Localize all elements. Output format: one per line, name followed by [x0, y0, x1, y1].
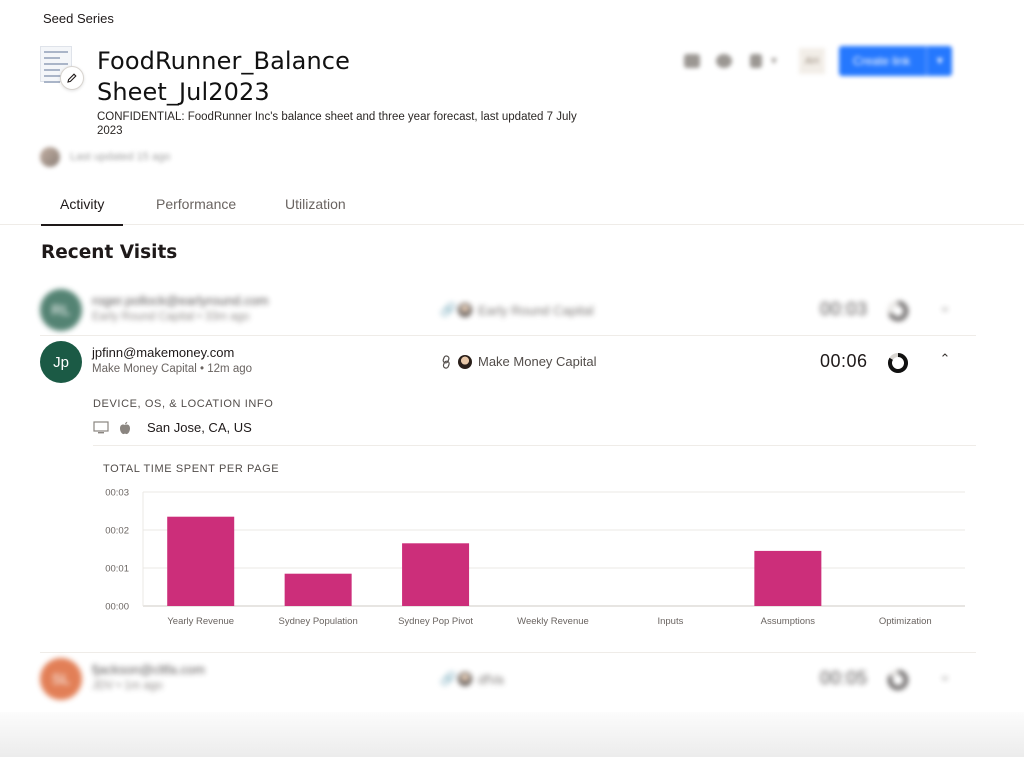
last-updated: Last updated 15 ago	[40, 147, 170, 167]
section-title: Recent Visits	[41, 242, 178, 263]
visit-row[interactable]: SL fjackson@cltfa.com JDV • 1m ago 🔗 dfV…	[40, 658, 976, 708]
visitor-email: roger.pollock@earlyround.com	[92, 293, 269, 308]
bottom-fade	[0, 712, 1024, 757]
visit-row[interactable]: Jp jpfinn@makemoney.com Make Money Capit…	[40, 341, 976, 391]
device-info-heading: DEVICE, OS, & LOCATION INFO	[93, 398, 274, 410]
visitor-meta: JDV • 1m ago	[92, 680, 163, 692]
create-link-label: Create link	[852, 54, 911, 68]
avatar: RL	[40, 289, 82, 331]
link-name: Make Money Capital	[478, 354, 597, 369]
completion-donut	[888, 301, 908, 321]
create-link-button[interactable]: Create link ▼	[838, 46, 953, 76]
chevron-down-icon[interactable]: ▼	[769, 56, 779, 67]
completion-donut	[888, 353, 908, 373]
chevron-down-icon[interactable]: ▼	[926, 46, 952, 76]
x-tick-label: Weekly Revenue	[517, 616, 589, 627]
visit-link[interactable]: Make Money Capital	[440, 354, 597, 369]
x-tick-label: Sydney Population	[279, 616, 358, 627]
avatar: SL	[40, 658, 82, 700]
preview-icon[interactable]	[715, 53, 733, 69]
visitor-meta: Make Money Capital • 12m ago	[92, 363, 253, 375]
chart-title: TOTAL TIME SPENT PER PAGE	[103, 463, 280, 475]
y-tick-label: 00:02	[105, 526, 129, 537]
more-menu-icon[interactable]	[747, 53, 765, 69]
visit-link[interactable]: 🔗 Early Round Capital	[440, 302, 594, 318]
tab-utilization[interactable]: Utilization	[285, 196, 346, 224]
visit-row[interactable]: RL roger.pollock@earlyround.com Early Ro…	[40, 289, 976, 339]
visit-link[interactable]: 🔗 dfVa	[440, 671, 504, 687]
bar	[754, 550, 822, 606]
bar	[167, 516, 235, 606]
link-icon	[442, 354, 450, 369]
avatar	[458, 303, 472, 317]
edit-icon[interactable]	[60, 66, 84, 90]
device-info: San Jose, CA, US	[93, 420, 252, 435]
last-updated-text: Last updated 15 ago	[70, 151, 171, 163]
link-icon: 🔗	[440, 671, 457, 686]
x-tick-label: Yearly Revenue	[167, 616, 234, 627]
document-actions: ▼ AH Create link ▼	[683, 46, 953, 76]
tab-bar: Activity Performance Utilization	[0, 188, 1024, 226]
comment-icon[interactable]	[683, 53, 701, 69]
avatar	[458, 672, 472, 686]
document-title: FoodRunner_Balance Sheet_Jul2023	[97, 47, 350, 106]
visitor-email: fjackson@cltfa.com	[92, 662, 205, 677]
bar	[284, 573, 352, 606]
y-tick-label: 00:03	[105, 488, 129, 499]
breadcrumb[interactable]: Seed Series	[43, 11, 114, 26]
bar	[402, 543, 470, 606]
visitor-email: jpfinn@makemoney.com	[92, 345, 235, 360]
avatar	[458, 354, 472, 369]
document-thumbnail[interactable]	[40, 46, 84, 90]
divider	[40, 652, 976, 653]
user-initials-badge[interactable]: AH	[798, 48, 825, 74]
x-tick-label: Sydney Pop Pivot	[398, 616, 473, 627]
chevron-down-icon[interactable]: ⌄	[938, 668, 952, 683]
chevron-down-icon[interactable]: ⌄	[938, 299, 952, 314]
desktop-icon	[93, 420, 109, 433]
visitor-meta: Early Round Capital • 33m ago	[92, 311, 250, 323]
visit-duration: 00:03	[820, 299, 868, 319]
link-icon: 🔗	[440, 302, 457, 317]
tab-performance[interactable]: Performance	[156, 196, 236, 224]
divider	[93, 445, 976, 446]
avatar	[40, 147, 60, 167]
completion-donut	[887, 670, 908, 690]
avatar: Jp	[40, 341, 82, 383]
apple-icon	[120, 421, 130, 434]
document-description: CONFIDENTIAL: FoodRunner Inc's balance s…	[97, 111, 577, 137]
link-name: Early Round Capital	[478, 302, 594, 318]
y-tick-label: 00:00	[105, 602, 129, 613]
x-tick-label: Optimization	[879, 616, 932, 627]
visit-duration: 00:05	[820, 668, 868, 688]
y-tick-label: 00:01	[105, 564, 129, 575]
chevron-up-icon[interactable]: ⌃	[938, 351, 952, 366]
x-tick-label: Inputs	[657, 616, 683, 627]
location-text: San Jose, CA, US	[147, 420, 252, 435]
time-per-page-chart: 00:00 00:01 00:02 00:03 Yearly Revenue Sydney…	[105, 488, 965, 627]
link-name: dfVa	[478, 671, 504, 687]
x-tick-label: Assumptions	[761, 616, 816, 627]
divider	[40, 335, 976, 336]
visit-duration: 00:06	[820, 351, 868, 371]
tab-activity[interactable]: Activity	[41, 196, 124, 226]
